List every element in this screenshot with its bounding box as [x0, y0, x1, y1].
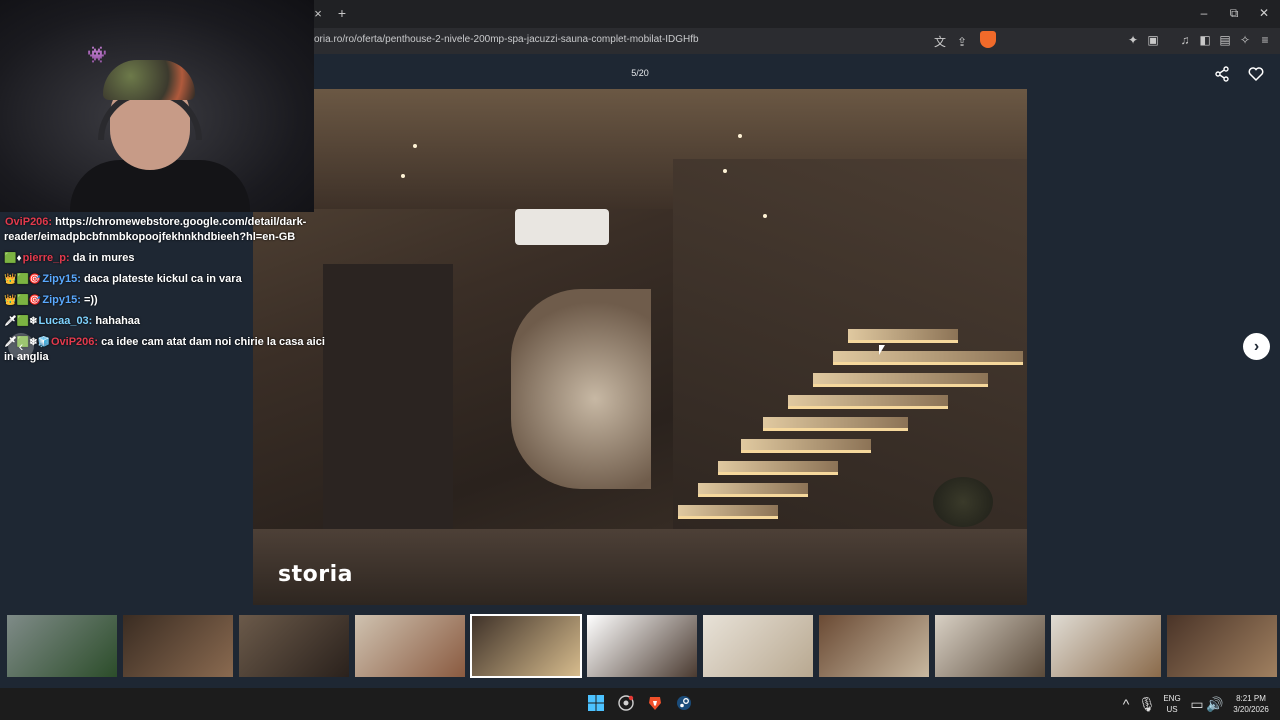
previous-photo-button[interactable]: ‹: [8, 333, 34, 359]
photo-round-mirror: [511, 289, 651, 489]
wallet-icon[interactable]: ▤: [1217, 32, 1233, 48]
chat-username[interactable]: pierre_p:: [23, 252, 73, 264]
clock-date[interactable]: 3/20/2026: [1226, 705, 1276, 714]
leo-icon[interactable]: ✧: [1237, 32, 1253, 48]
gallery-thumbnail[interactable]: [355, 615, 465, 677]
mic-icon[interactable]: 🎙: [1138, 695, 1156, 713]
chevron-up-icon[interactable]: ^: [1117, 695, 1135, 713]
chat-username[interactable]: Zipy15:: [42, 294, 84, 306]
favorite-heart-icon[interactable]: [1247, 66, 1265, 84]
photo-stair-step: [833, 351, 1023, 365]
webcam-overlay: 👾: [0, 0, 314, 212]
gallery-thumbnail[interactable]: [587, 615, 697, 677]
new-tab-button[interactable]: +: [334, 4, 350, 22]
gallery-thumbnail[interactable]: [123, 615, 233, 677]
space-invader-sign-icon: 👾: [87, 47, 107, 64]
chat-username[interactable]: Lucaa_03:: [39, 315, 96, 327]
stream-chat: OviP206: https://chromewebstore.google.c…: [4, 215, 334, 371]
photo-stair-step: [678, 505, 778, 519]
extensions-icon[interactable]: ✦: [1125, 32, 1141, 48]
photo-stair-step: [741, 439, 871, 453]
url-text[interactable]: oria.ro/ro/oferta/penthouse-2-nivele-200…: [314, 34, 699, 45]
photo-stair-step: [698, 483, 808, 497]
gallery-thumbnail[interactable]: [7, 615, 117, 677]
minimize-button[interactable]: –: [1194, 4, 1214, 22]
photo-stair-step: [788, 395, 948, 409]
translate-icon[interactable]: 文: [932, 34, 948, 50]
gallery-thumbnail[interactable]: [1167, 615, 1277, 677]
language-code[interactable]: ENG: [1160, 694, 1184, 703]
clock-time[interactable]: 8:21 PM: [1226, 694, 1276, 703]
main-photo[interactable]: storia: [253, 89, 1027, 605]
gallery-thumbnail[interactable]: [239, 615, 349, 677]
brave-icon[interactable]: [646, 695, 664, 713]
gallery-thumbnail[interactable]: [703, 615, 813, 677]
chat-message: 🗡🟩❄Lucaa_03: hahahaa: [4, 314, 334, 329]
photo-counter: 5/20: [631, 68, 649, 78]
photo-spotlight: [401, 174, 405, 178]
brave-shield-icon[interactable]: [980, 31, 996, 48]
chat-badges-icon: 🟩♦: [4, 253, 22, 264]
photo-stair-step: [848, 329, 958, 343]
media-icon[interactable]: ♫: [1177, 32, 1193, 48]
gallery-thumbnail[interactable]: [1051, 615, 1161, 677]
gallery-thumbnail[interactable]: [819, 615, 929, 677]
chrome-icon[interactable]: [617, 695, 635, 713]
language-region[interactable]: US: [1160, 705, 1184, 714]
photo-plant: [933, 477, 993, 527]
windows-taskbar: ^ 🎙 ENG US ▭ 🔊 8:21 PM 3/20/2026: [0, 688, 1280, 720]
maximize-button[interactable]: ⧉: [1224, 4, 1244, 22]
chat-message: 🟩♦pierre_p: da in mures: [4, 251, 334, 266]
steam-icon[interactable]: [675, 695, 693, 713]
photo-door: [323, 264, 453, 534]
photo-stair-step: [813, 373, 988, 387]
windows-start-icon[interactable]: [587, 695, 605, 713]
photo-spotlight: [413, 144, 417, 148]
tab-manager-icon[interactable]: ▣: [1145, 32, 1161, 48]
gallery-thumbnail[interactable]: [470, 614, 582, 678]
chat-message: 🗡🟩❄🧊OviP206: ca idee cam atat dam noi ch…: [4, 335, 334, 365]
photo-stair-step: [763, 417, 908, 431]
chat-text: hahahaa: [95, 315, 141, 327]
chat-username[interactable]: Zipy15:: [42, 273, 84, 285]
photo-ceiling-star: [763, 214, 767, 218]
monitor-icon[interactable]: ▭: [1188, 695, 1206, 713]
mouse-cursor-icon: [879, 345, 885, 355]
chat-message: 👑🟩🎯Zipy15: =)): [4, 293, 334, 308]
storia-watermark: storia: [278, 562, 353, 587]
photo-ceiling-star: [723, 169, 727, 173]
chat-username[interactable]: OviP206:: [5, 216, 55, 228]
photo-air-conditioner: [515, 209, 609, 245]
menu-icon[interactable]: ≡: [1257, 32, 1273, 48]
chat-badges-icon: 👑🟩🎯: [4, 295, 42, 306]
chat-username[interactable]: OviP206:: [51, 336, 101, 348]
photo-stair-step: [718, 461, 838, 475]
chat-text: da in mures: [72, 252, 135, 264]
close-window-button[interactable]: ✕: [1254, 4, 1274, 22]
chat-badges-icon: 👑🟩🎯: [4, 274, 42, 285]
thumbnail-strip: [0, 612, 1280, 680]
next-photo-button[interactable]: ›: [1243, 333, 1270, 360]
volume-icon[interactable]: 🔊: [1206, 695, 1224, 713]
gallery-thumbnail[interactable]: [935, 615, 1045, 677]
sidebar-icon[interactable]: ◧: [1197, 32, 1213, 48]
url-field[interactable]: oria.ro/ro/oferta/penthouse-2-nivele-200…: [300, 30, 1000, 52]
share-page-icon[interactable]: ⇪: [954, 34, 970, 50]
chat-message: OviP206: https://chromewebstore.google.c…: [4, 215, 334, 245]
chat-text: =)): [83, 294, 98, 306]
chat-text: daca plateste kickul ca in vara: [83, 273, 242, 285]
share-icon[interactable]: [1213, 66, 1231, 84]
chat-badges-icon: 🗡🟩❄: [4, 316, 38, 327]
photo-floor: [253, 529, 1027, 605]
chat-message: 👑🟩🎯Zipy15: daca plateste kickul ca in va…: [4, 272, 334, 287]
webcam-person-cap: [103, 60, 195, 100]
photo-ceiling-star: [738, 134, 742, 138]
